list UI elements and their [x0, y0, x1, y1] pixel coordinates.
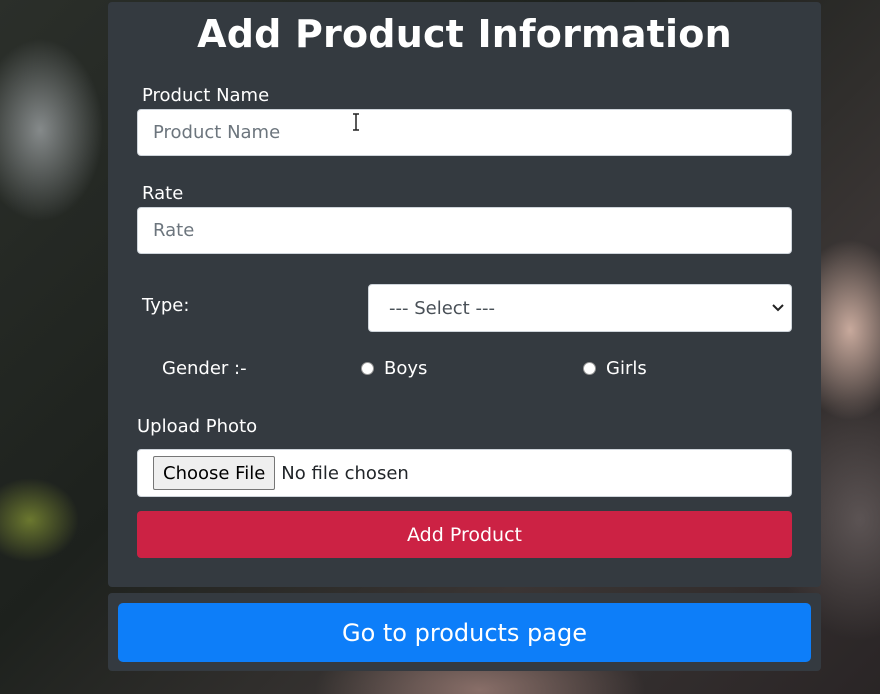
radio-button-girls[interactable] [583, 362, 596, 375]
photo-file-input[interactable]: Choose File No file chosen [137, 449, 792, 497]
product-name-label: Product Name [142, 85, 270, 106]
go-to-products-button[interactable]: Go to products page [118, 603, 811, 662]
gender-option-girls[interactable]: Girls [583, 358, 647, 379]
file-status: No file chosen [281, 462, 409, 484]
add-product-button[interactable]: Add Product [137, 511, 792, 558]
product-name-input[interactable] [137, 109, 792, 156]
radio-button-boys[interactable] [361, 362, 374, 375]
chevron-down-icon [772, 304, 784, 312]
upload-photo-label: Upload Photo [137, 416, 258, 437]
page-title: Add Product Information [197, 12, 732, 56]
choose-file-button[interactable]: Choose File [153, 456, 276, 490]
gender-option-boys[interactable]: Boys [361, 358, 427, 379]
gender-label: Gender :- [162, 358, 247, 379]
type-label: Type: [142, 295, 190, 316]
navigation-card: Go to products page [108, 593, 821, 671]
gender-option-label: Girls [606, 358, 647, 379]
rate-label: Rate [142, 183, 184, 204]
rate-input[interactable] [137, 207, 792, 254]
gender-option-label: Boys [384, 358, 428, 379]
type-select[interactable]: --- Select --- [368, 284, 792, 332]
text-cursor-icon [353, 113, 359, 131]
type-select-value: --- Select --- [389, 297, 495, 319]
product-form-card: Add Product Information Product Name Rat… [108, 2, 821, 587]
